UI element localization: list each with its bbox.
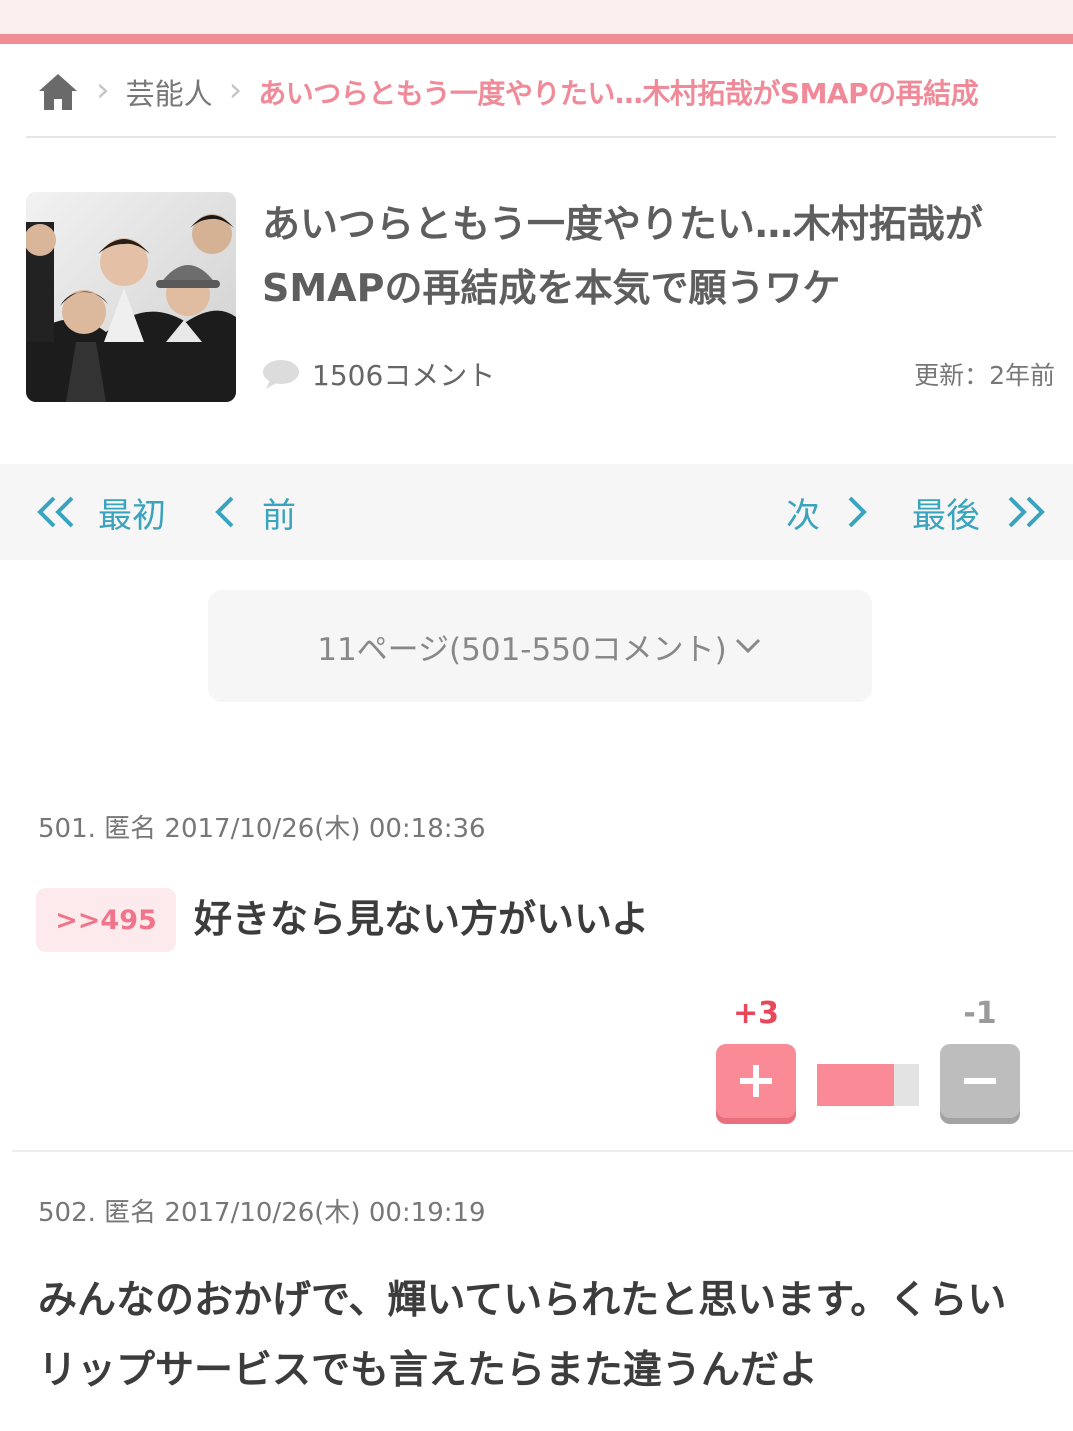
home-icon[interactable] xyxy=(36,70,80,114)
comment-count[interactable]: 1506コメント xyxy=(262,352,495,396)
double-chevron-right-icon xyxy=(1008,496,1045,528)
updated-time: 更新：2年前 xyxy=(914,361,1055,390)
page-select-label: 11ページ(501-550コメント) xyxy=(317,631,727,668)
comment-header: 502. 匿名 2017/10/26(木) 00:19:19 xyxy=(38,1198,486,1228)
pager-last-label: 最後 xyxy=(912,495,980,536)
reply-anchor-link[interactable]: >>495 xyxy=(36,888,176,952)
plus-icon xyxy=(740,1065,772,1097)
pager-first[interactable]: 最初 xyxy=(34,464,166,560)
breadcrumb-item-category[interactable]: 芸能人 xyxy=(126,71,213,113)
breadcrumb-divider xyxy=(26,136,1056,138)
pagination-bar: 最初 前 次 最後 xyxy=(0,464,1073,560)
accent-line xyxy=(0,34,1073,44)
pager-next[interactable]: 次 xyxy=(786,464,870,560)
top-band xyxy=(0,0,1073,34)
vote-ratio-fill xyxy=(817,1064,894,1106)
breadcrumb-current: あいつらともう一度やりたい…木村拓哉がSMAPの再結成 xyxy=(258,77,979,110)
minus-vote-button[interactable] xyxy=(940,1044,1020,1118)
comment-header: 501. 匿名 2017/10/26(木) 00:18:36 xyxy=(38,814,486,844)
chevron-right-icon: › xyxy=(228,70,243,110)
comment-body: 好きなら見ない方がいいよ xyxy=(194,897,650,941)
pager-first-label: 最初 xyxy=(98,495,166,536)
pager-prev-label: 前 xyxy=(262,495,296,536)
chevron-left-icon xyxy=(215,496,234,528)
minus-vote-count: -1 xyxy=(963,996,997,1031)
breadcrumb: › 芸能人 › あいつらともう一度やりたい…木村拓哉がSMAPの再結成 xyxy=(26,66,1056,118)
speech-bubble-icon xyxy=(263,360,299,389)
page-select[interactable]: 11ページ(501-550コメント) xyxy=(208,590,872,702)
chevron-right-icon xyxy=(848,496,867,528)
double-chevron-left-icon xyxy=(37,496,74,528)
pager-last[interactable]: 最後 xyxy=(912,464,1048,560)
article-title[interactable]: あいつらともう一度やりたい…木村拓哉がSMAPの再結成を本気で願うワケ xyxy=(262,192,1052,320)
minus-icon xyxy=(964,1078,996,1084)
pager-next-label: 次 xyxy=(786,495,820,536)
article-thumbnail[interactable] xyxy=(26,192,236,402)
plus-vote-count: +3 xyxy=(732,996,779,1031)
comment-divider xyxy=(12,1150,1073,1152)
chevron-down-icon xyxy=(735,638,760,654)
pager-prev[interactable]: 前 xyxy=(212,464,296,560)
comment-body: みんなのおかげで、輝いていられたと思います。くらいリップサービスでも言えたらまた… xyxy=(38,1278,1007,1393)
comment-count-label: 1506コメント xyxy=(312,359,496,392)
vote-ratio-bar xyxy=(817,1064,919,1106)
chevron-right-icon: › xyxy=(96,70,110,110)
plus-vote-button[interactable] xyxy=(716,1044,796,1118)
